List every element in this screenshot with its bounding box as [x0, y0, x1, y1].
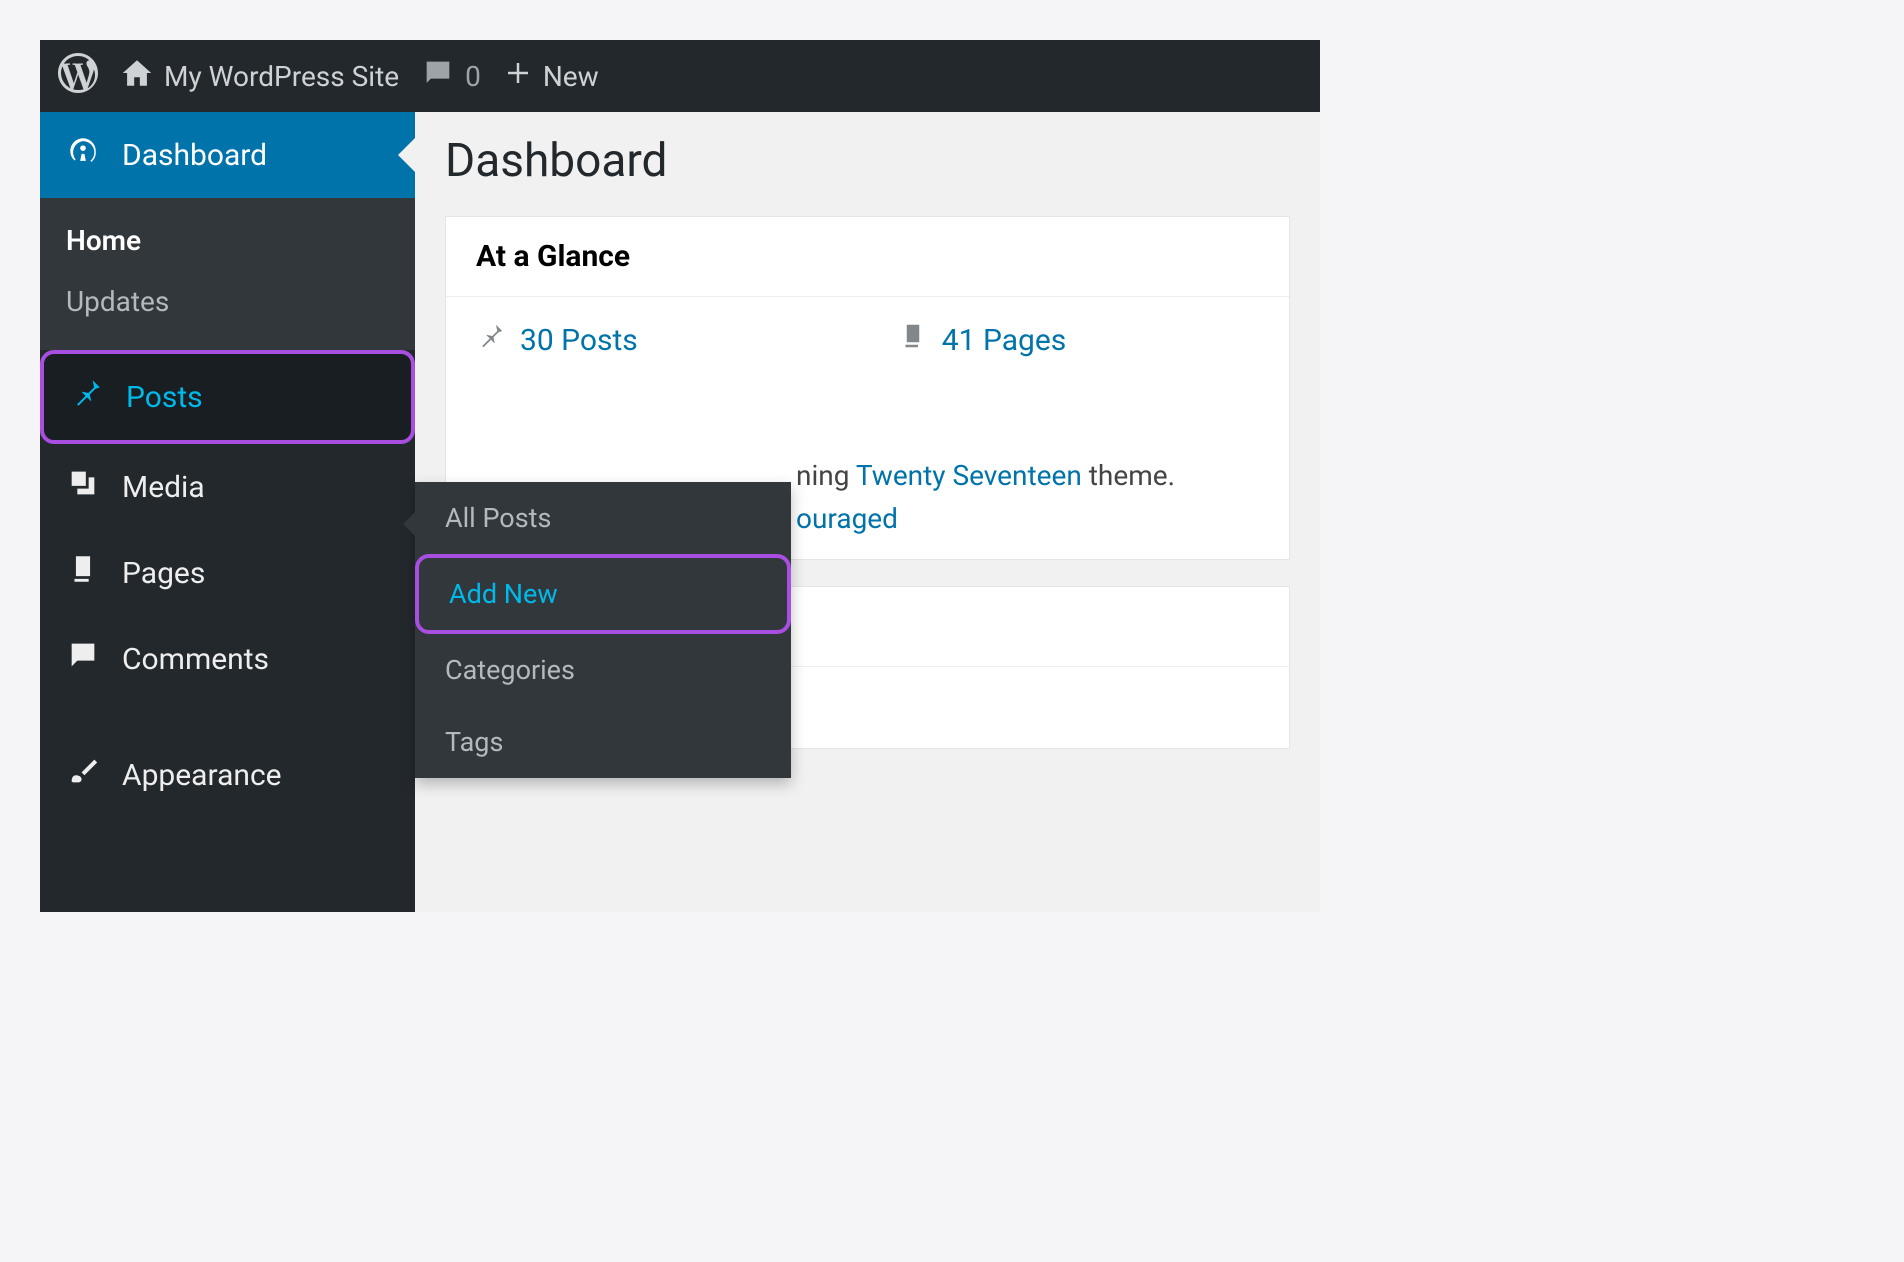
pin-icon — [476, 321, 506, 359]
admin-topbar: My WordPress Site 0 New — [40, 40, 1320, 112]
wordpress-logo-icon — [58, 53, 98, 100]
home-icon — [120, 56, 154, 97]
glance-posts-link[interactable]: 30 Posts — [476, 321, 638, 359]
sidebar-item-label: Comments — [122, 642, 269, 677]
dashboard-icon — [66, 134, 100, 176]
comments-count: 0 — [465, 60, 481, 93]
sidebar-subitem-updates[interactable]: Updates — [40, 271, 415, 332]
sidebar-item-label: Pages — [122, 556, 205, 591]
flyout-item-add-new[interactable]: Add New — [415, 554, 791, 634]
sidebar-item-label: Appearance — [122, 758, 282, 793]
page-title: Dashboard — [445, 134, 1290, 188]
sidebar-item-label: Posts — [126, 380, 203, 415]
dashboard-submenu: Home Updates — [40, 198, 415, 350]
site-name-label: My WordPress Site — [164, 60, 399, 93]
new-content-button[interactable]: New — [503, 58, 599, 95]
theme-info: ning Twenty Seventeen theme. — [796, 459, 1259, 492]
sidebar-item-comments[interactable]: Comments — [40, 616, 415, 702]
new-label: New — [543, 60, 599, 93]
theme-suffix: theme. — [1082, 459, 1175, 492]
sidebar-subitem-home[interactable]: Home — [40, 210, 415, 271]
glance-posts-count: 30 Posts — [520, 323, 638, 358]
comment-icon — [66, 638, 100, 680]
pin-icon — [70, 376, 104, 418]
sidebar-item-dashboard[interactable]: Dashboard — [40, 112, 415, 198]
theme-link[interactable]: Twenty Seventeen — [856, 459, 1082, 492]
at-a-glance-heading: At a Glance — [446, 217, 1289, 297]
flyout-item-all-posts[interactable]: All Posts — [415, 482, 791, 554]
sidebar-item-label: Media — [122, 470, 205, 505]
layout: Dashboard Home Updates Posts Media — [40, 112, 1320, 912]
site-name-button[interactable]: My WordPress Site — [120, 56, 399, 97]
sidebar-item-posts[interactable]: Posts — [40, 350, 415, 444]
comment-icon — [421, 56, 455, 97]
wp-admin-window: My WordPress Site 0 New Dashboard — [40, 40, 1320, 912]
media-icon — [66, 466, 100, 508]
posts-flyout: All Posts Add New Categories Tags — [415, 482, 791, 778]
flyout-item-categories[interactable]: Categories — [415, 634, 791, 706]
pages-icon — [66, 552, 100, 594]
comments-button[interactable]: 0 — [421, 56, 481, 97]
admin-sidebar: Dashboard Home Updates Posts Media — [40, 112, 415, 912]
search-engines-line[interactable]: ouraged — [796, 502, 1259, 535]
wp-logo-button[interactable] — [58, 53, 98, 100]
plus-icon — [503, 58, 533, 95]
pages-icon — [898, 321, 928, 359]
sidebar-item-appearance[interactable]: Appearance — [40, 732, 415, 818]
sidebar-item-media[interactable]: Media — [40, 444, 415, 530]
sidebar-item-pages[interactable]: Pages — [40, 530, 415, 616]
brush-icon — [66, 754, 100, 796]
flyout-item-tags[interactable]: Tags — [415, 706, 791, 778]
sidebar-item-label: Dashboard — [122, 138, 267, 173]
glance-pages-link[interactable]: 41 Pages — [898, 321, 1066, 359]
theme-running-text: ning — [796, 459, 856, 492]
glance-pages-count: 41 Pages — [942, 323, 1066, 358]
